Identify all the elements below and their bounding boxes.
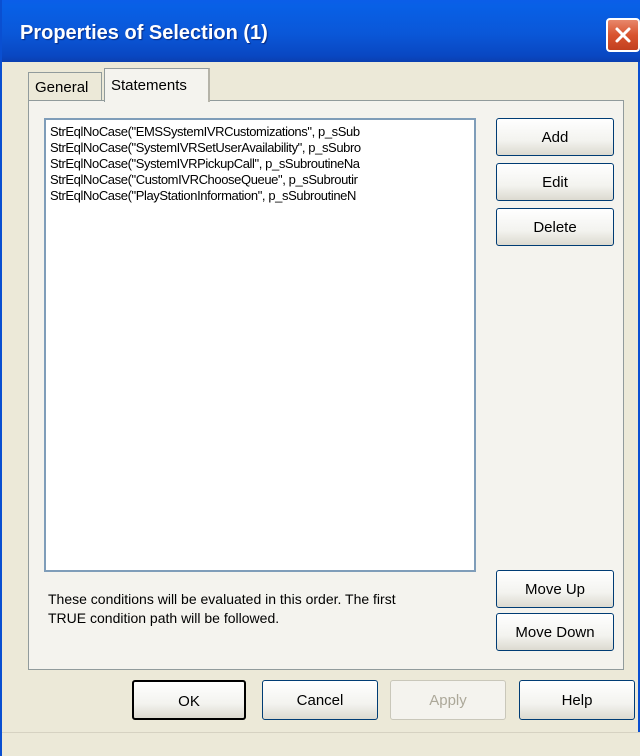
list-item[interactable]: StrEqlNoCase("CustomIVRChooseQueue", p_s… bbox=[50, 172, 358, 189]
move-down-button[interactable]: Move Down bbox=[496, 613, 614, 651]
help-button-label: Help bbox=[561, 692, 593, 709]
properties-dialog: Properties of Selection (1) General Stat… bbox=[0, 0, 640, 756]
cancel-button[interactable]: Cancel bbox=[262, 680, 378, 720]
evaluation-order-note: These conditions will be evaluated in th… bbox=[48, 590, 488, 628]
close-icon bbox=[615, 27, 631, 43]
move-down-button-label: Move Down bbox=[515, 624, 595, 641]
ok-button-label: OK bbox=[178, 693, 200, 710]
tab-general[interactable]: General bbox=[28, 72, 102, 100]
move-up-button-label: Move Up bbox=[524, 581, 586, 598]
delete-button[interactable]: Delete bbox=[496, 208, 614, 246]
note-line-2: TRUE condition path will be followed. bbox=[48, 610, 280, 626]
help-button[interactable]: Help bbox=[519, 680, 635, 720]
window-title: Properties of Selection (1) bbox=[20, 22, 268, 44]
move-up-button[interactable]: Move Up bbox=[496, 570, 614, 608]
apply-button-label: Apply bbox=[429, 692, 467, 709]
tab-statements[interactable]: Statements bbox=[104, 68, 210, 102]
list-item[interactable]: StrEqlNoCase("PlayStationInformation", p… bbox=[50, 188, 356, 205]
list-item[interactable]: StrEqlNoCase("SystemIVRPickupCall", p_sS… bbox=[50, 156, 360, 173]
ok-button[interactable]: OK bbox=[132, 680, 246, 720]
edit-button-label: Edit bbox=[542, 174, 568, 191]
note-line-1: These conditions will be evaluated in th… bbox=[48, 591, 396, 607]
add-button-label: Add bbox=[541, 129, 569, 146]
cancel-button-label: Cancel bbox=[296, 692, 344, 709]
apply-button: Apply bbox=[390, 680, 506, 720]
title-bar[interactable]: Properties of Selection (1) bbox=[2, 0, 640, 62]
edit-button[interactable]: Edit bbox=[496, 163, 614, 201]
delete-button-label: Delete bbox=[533, 219, 577, 236]
dialog-bottom-edge bbox=[2, 732, 640, 756]
statements-listbox[interactable]: StrEqlNoCase("EMSSystemIVRCustomizations… bbox=[44, 118, 476, 572]
list-item[interactable]: StrEqlNoCase("SystemIVRSetUserAvailabili… bbox=[50, 140, 361, 157]
close-button[interactable] bbox=[606, 18, 640, 52]
list-item[interactable]: StrEqlNoCase("EMSSystemIVRCustomizations… bbox=[50, 124, 360, 141]
add-button[interactable]: Add bbox=[496, 118, 614, 156]
